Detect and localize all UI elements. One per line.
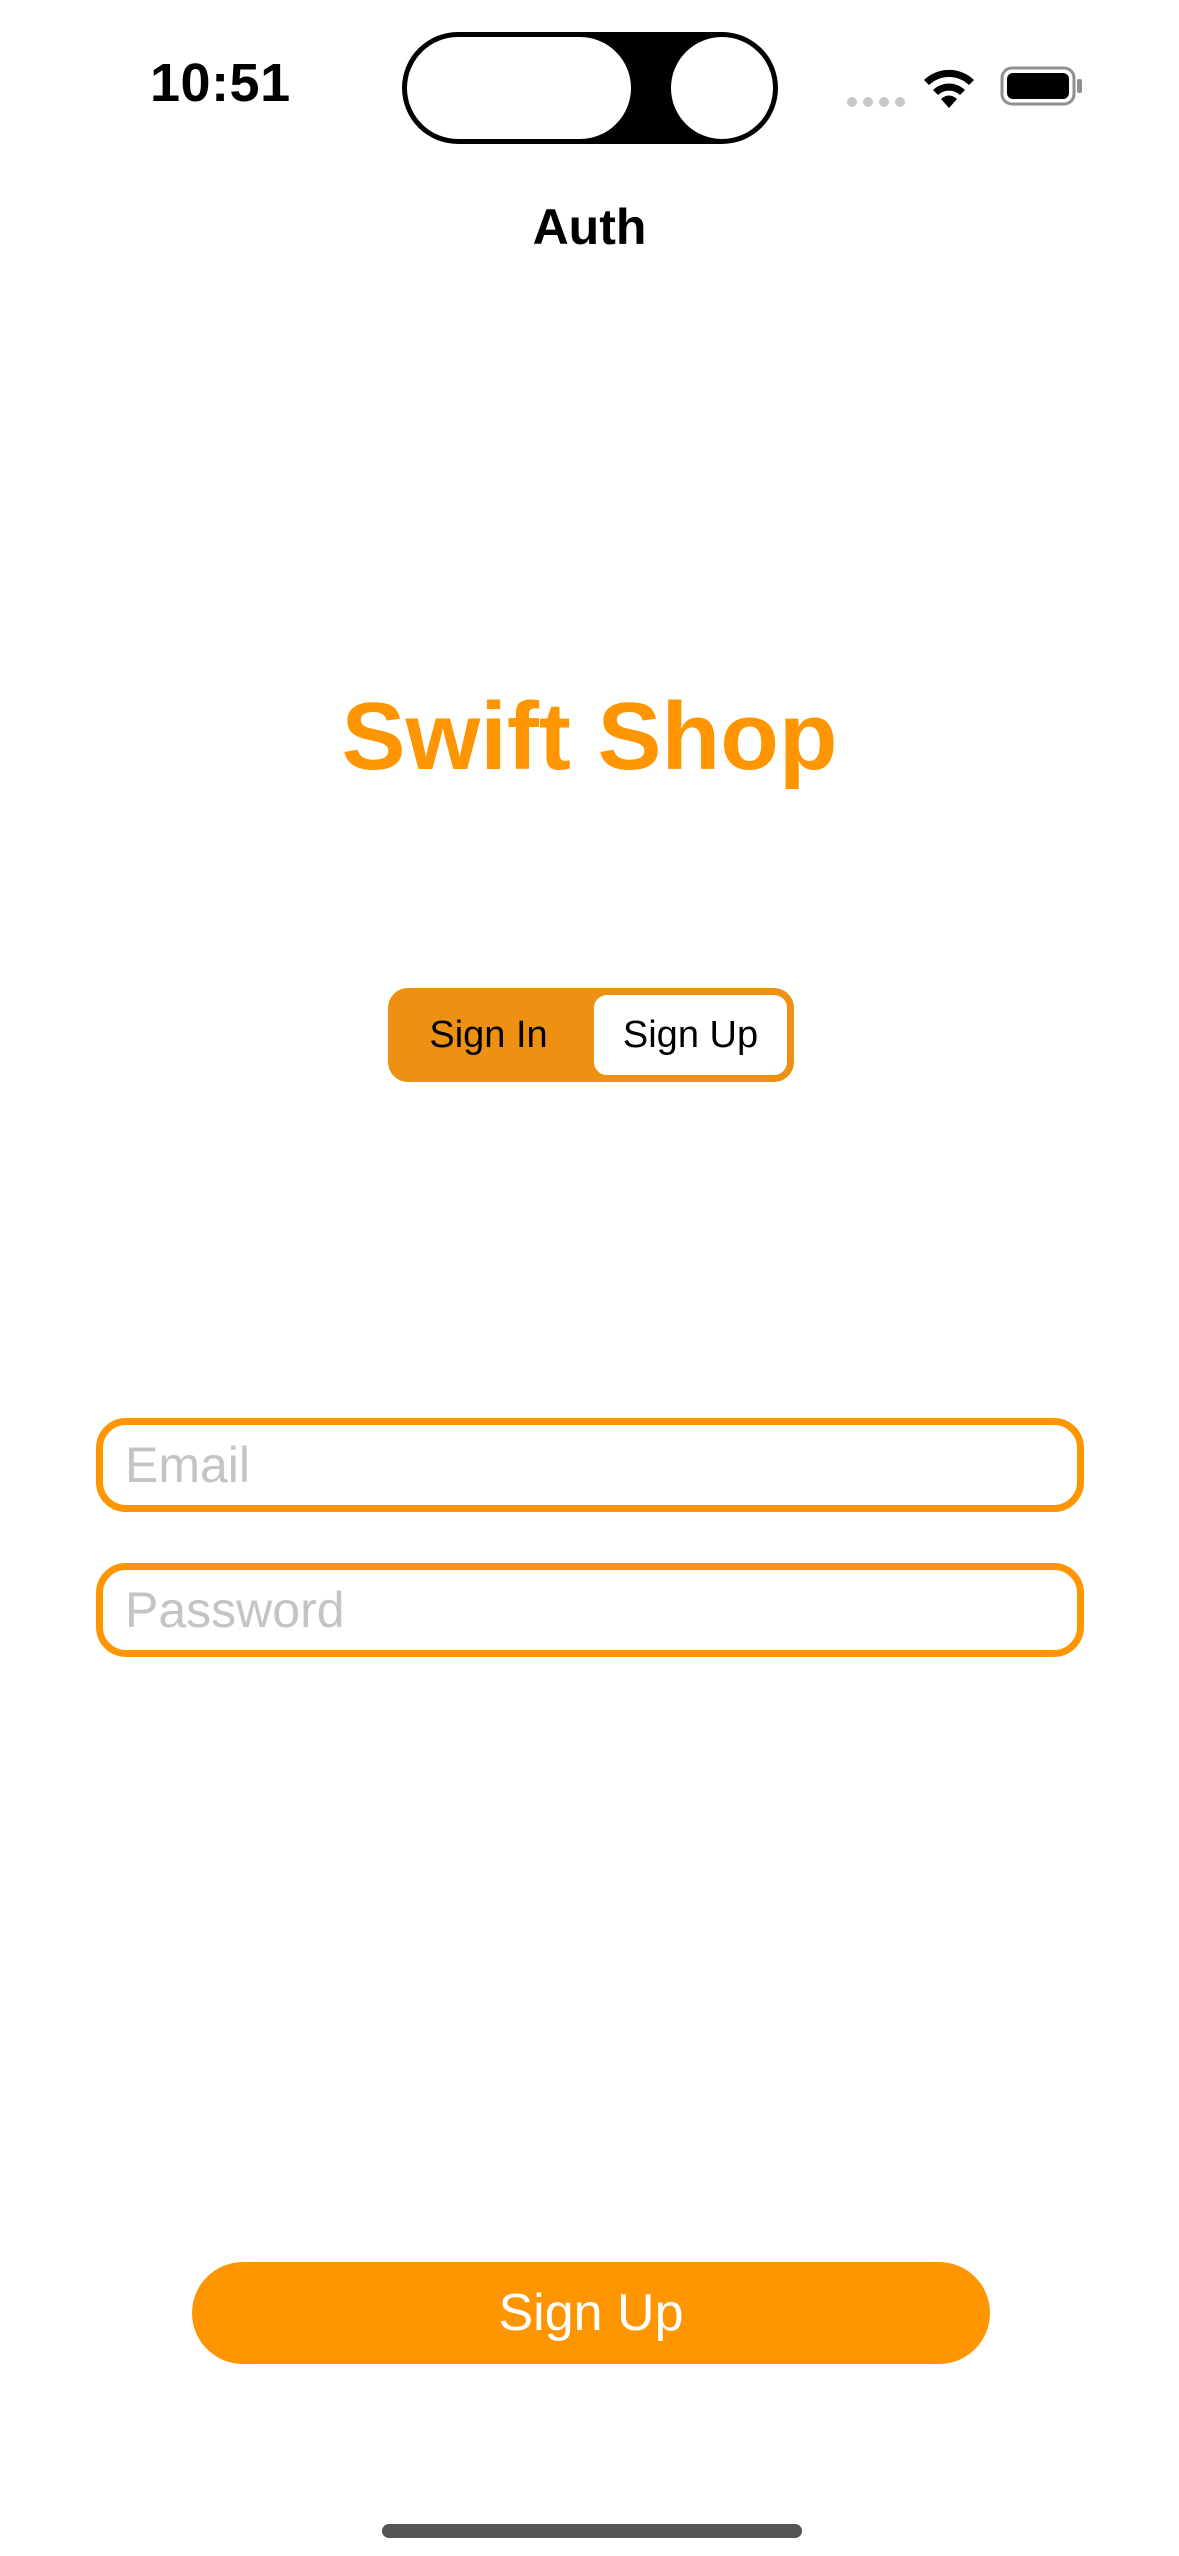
dynamic-island-camera bbox=[668, 34, 776, 142]
dynamic-island-pill bbox=[404, 34, 634, 142]
battery-icon bbox=[1000, 66, 1082, 106]
segment-sign-in[interactable]: Sign In bbox=[392, 992, 585, 1078]
cellular-dots-icon bbox=[847, 97, 905, 107]
password-field[interactable] bbox=[125, 1570, 1045, 1650]
password-field-container bbox=[96, 1563, 1084, 1657]
home-indicator[interactable] bbox=[382, 2524, 802, 2538]
email-field[interactable] bbox=[125, 1425, 1045, 1505]
app-title: Swift Shop bbox=[341, 683, 838, 790]
wifi-icon bbox=[924, 69, 974, 108]
status-time: 10:51 bbox=[150, 53, 291, 113]
email-field-container bbox=[96, 1418, 1084, 1512]
sign-up-button[interactable]: Sign Up bbox=[192, 2262, 990, 2364]
auth-mode-segmented-control: Sign In Sign Up bbox=[388, 988, 794, 1082]
segment-sign-up[interactable]: Sign Up bbox=[591, 992, 790, 1078]
nav-title: Auth bbox=[532, 199, 647, 255]
